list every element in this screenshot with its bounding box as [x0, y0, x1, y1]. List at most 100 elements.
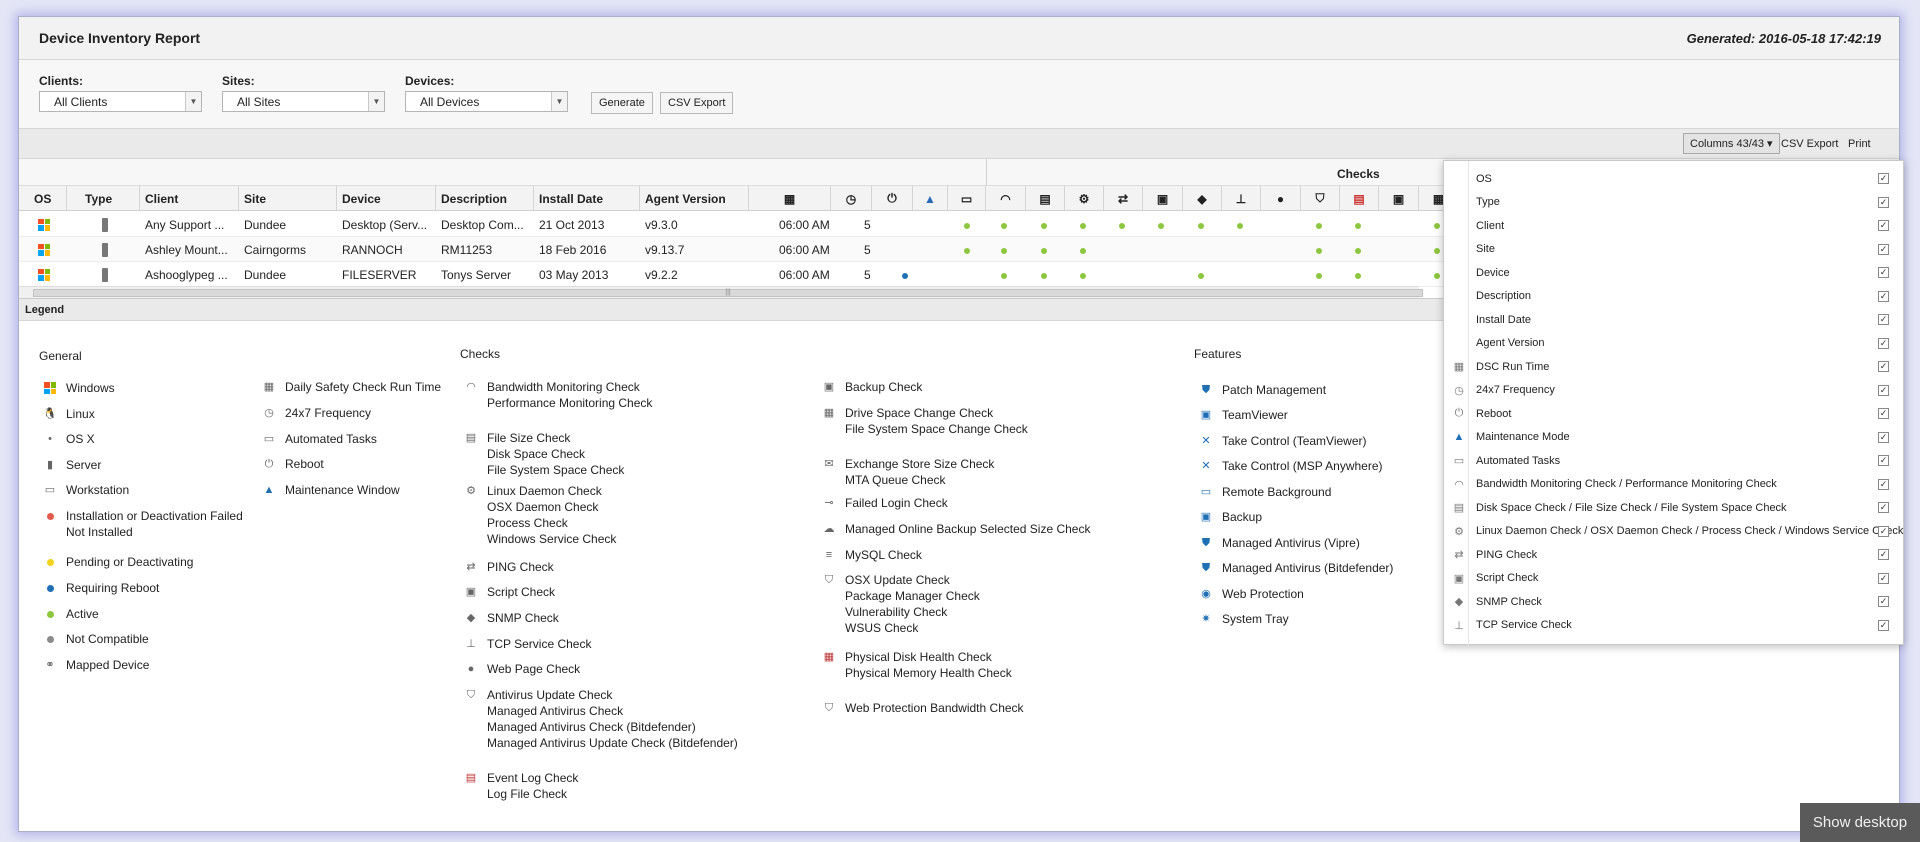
green-dot-icon	[1355, 273, 1361, 279]
column-toggle-item[interactable]: ⊥ TCP Service Check ✓	[1444, 614, 1905, 637]
column-toggle-item[interactable]: ▭ Automated Tasks ✓	[1444, 449, 1905, 472]
column-toggle-item[interactable]: ▤ Disk Space Check / File Size Check / Fi…	[1444, 496, 1905, 519]
legend-item-label: TeamViewer	[1222, 408, 1288, 422]
column-checkbox[interactable]: ✓	[1878, 619, 1889, 631]
col-dsc-run-time[interactable]: ▦	[749, 186, 831, 211]
col-process[interactable]: ⚙	[1065, 186, 1104, 211]
column-checkbox[interactable]: ✓	[1878, 173, 1889, 184]
col-event-log[interactable]: ▤	[1340, 186, 1379, 211]
clients-value: All Clients	[54, 94, 108, 109]
column-toggle-item[interactable]: Site ✓	[1444, 238, 1905, 261]
col-site[interactable]: Site	[239, 186, 337, 211]
column-checkbox[interactable]: ✓	[1878, 267, 1889, 278]
column-checkbox[interactable]: ✓	[1878, 384, 1889, 396]
col-web-page[interactable]: ●	[1261, 186, 1301, 211]
column-toggle-item[interactable]: ◠ Bandwidth Monitoring Check / Performanc…	[1444, 473, 1905, 496]
column-toggle-item[interactable]: ⏻ Reboot ✓	[1444, 402, 1905, 425]
column-toggle-item[interactable]: ⇄ PING Check ✓	[1444, 543, 1905, 566]
legend-item: ⛉ OSX Update Check Package Manager Check …	[822, 572, 980, 636]
column-toggle-item[interactable]: Device ✓	[1444, 261, 1905, 284]
column-toggle-item[interactable]: ▣ Script Check ✓	[1444, 567, 1905, 590]
col-antivirus[interactable]: ⛉	[1301, 186, 1340, 211]
legend-item: ◉ Web Protection	[1199, 586, 1304, 602]
scrollbar-thumb[interactable]: |||	[33, 289, 1423, 297]
sites-select[interactable]: All Sites ▼	[222, 91, 385, 112]
cube-icon: ◆	[1197, 191, 1207, 206]
col-device[interactable]: Device	[337, 186, 436, 211]
col-script[interactable]: ▣	[1143, 186, 1183, 211]
column-toggle-item[interactable]: Install Date ✓	[1444, 308, 1905, 331]
column-toggle-item[interactable]: ◆ SNMP Check ✓	[1444, 590, 1905, 613]
green-dot-icon	[1355, 248, 1361, 254]
column-checkbox[interactable]: ✓	[1878, 337, 1889, 349]
column-checkbox[interactable]: ✓	[1878, 361, 1889, 372]
col-automated-tasks[interactable]: ▭	[948, 186, 986, 211]
column-toggle-item[interactable]: ⚙ Linux Daemon Check / OSX Daemon Check /…	[1444, 520, 1905, 543]
column-checkbox[interactable]: ✓	[1878, 408, 1889, 419]
column-checkbox[interactable]: ✓	[1878, 596, 1889, 607]
csv-export-link[interactable]: CSV Export	[1781, 138, 1838, 150]
shield-icon: ⛉	[1315, 191, 1325, 205]
columns-button[interactable]: Columns 43/43 ▾	[1683, 133, 1780, 154]
column-checkbox[interactable]: ✓	[1878, 572, 1889, 584]
column-checkbox[interactable]: ✓	[1878, 431, 1889, 443]
devices-select[interactable]: All Devices ▼	[405, 91, 568, 112]
webprotect-icon: ⛉	[824, 702, 834, 714]
green-dot-icon	[1001, 273, 1007, 279]
linux-icon: 🐧	[43, 408, 57, 420]
col-description[interactable]: Description	[436, 186, 534, 211]
column-toggle-item[interactable]: ◷ 24x7 Frequency ✓	[1444, 379, 1905, 402]
legend-item-label: Antivirus Update Check Managed Antivirus…	[487, 688, 738, 750]
column-checkbox[interactable]: ✓	[1878, 502, 1889, 513]
col-tcp[interactable]: ⊥	[1222, 186, 1261, 211]
col-reboot[interactable]: ⏻	[872, 186, 913, 211]
legend-item-label: Pending or Deactivating	[66, 555, 194, 569]
legend-item: ▦ Daily Safety Check Run Time	[262, 379, 441, 395]
legend-item: ▣ Script Check	[464, 584, 555, 600]
legend-item: ✕ Take Control (MSP Anywhere)	[1199, 458, 1382, 474]
col-os[interactable]: OS	[19, 186, 67, 211]
col-disk-space[interactable]: ▤	[1026, 186, 1065, 211]
column-toggle-item[interactable]: Type ✓	[1444, 191, 1905, 214]
column-toggle-item[interactable]: ▲ Maintenance Mode ✓	[1444, 426, 1905, 449]
show-desktop-button[interactable]: Show desktop	[1800, 803, 1920, 842]
column-toggle-item[interactable]: Client ✓	[1444, 214, 1905, 237]
col-client[interactable]: Client	[140, 186, 239, 211]
column-checkbox[interactable]: ✓	[1878, 478, 1889, 490]
column-toggle-item[interactable]: Agent Version ✓	[1444, 332, 1905, 355]
col-install-date[interactable]: Install Date	[534, 186, 640, 211]
col-agent-version[interactable]: Agent Version	[640, 186, 749, 211]
column-checkbox[interactable]: ✓	[1878, 455, 1889, 466]
col-type[interactable]: Type	[67, 186, 140, 211]
group-divider	[986, 159, 987, 186]
chevron-down-icon[interactable]: ▼	[368, 92, 384, 111]
eventlog-icon: ▤	[1353, 191, 1365, 206]
col-frequency[interactable]: ◷	[831, 186, 872, 211]
col-bandwidth[interactable]: ◠	[986, 186, 1026, 211]
chevron-down-icon[interactable]: ▼	[185, 92, 201, 111]
chevron-down-icon[interactable]: ▼	[551, 92, 567, 111]
column-checkbox[interactable]: ✓	[1878, 525, 1889, 537]
generate-button[interactable]: Generate	[591, 92, 653, 114]
csv-export-button[interactable]: CSV Export	[660, 92, 734, 114]
column-toggle-item[interactable]: ▦ DSC Run Time ✓	[1444, 355, 1905, 378]
column-checkbox[interactable]: ✓	[1878, 549, 1889, 560]
clients-select[interactable]: All Clients ▼	[39, 91, 202, 112]
eventlog-icon: ▤	[465, 772, 477, 784]
column-toggle-item[interactable]: Description ✓	[1444, 285, 1905, 308]
print-link[interactable]: Print	[1848, 138, 1871, 150]
legend-item-label: System Tray	[1222, 612, 1289, 626]
power-icon: ⏻	[887, 191, 897, 205]
col-ping[interactable]: ⇄	[1104, 186, 1143, 211]
column-checkbox[interactable]: ✓	[1878, 196, 1889, 208]
col-snmp[interactable]: ◆	[1183, 186, 1222, 211]
horizontal-scrollbar[interactable]: |||	[19, 286, 1423, 298]
col-backup[interactable]: ▣	[1379, 186, 1419, 211]
column-checkbox[interactable]: ✓	[1878, 314, 1889, 325]
column-toggle-item[interactable]: OS ✓	[1444, 167, 1905, 190]
column-checkbox[interactable]: ✓	[1878, 243, 1889, 255]
column-checkbox[interactable]: ✓	[1878, 220, 1889, 231]
column-checkbox[interactable]: ✓	[1878, 290, 1889, 302]
col-maintenance[interactable]: ▲	[913, 186, 948, 211]
cell-frequency: 5	[864, 267, 871, 282]
